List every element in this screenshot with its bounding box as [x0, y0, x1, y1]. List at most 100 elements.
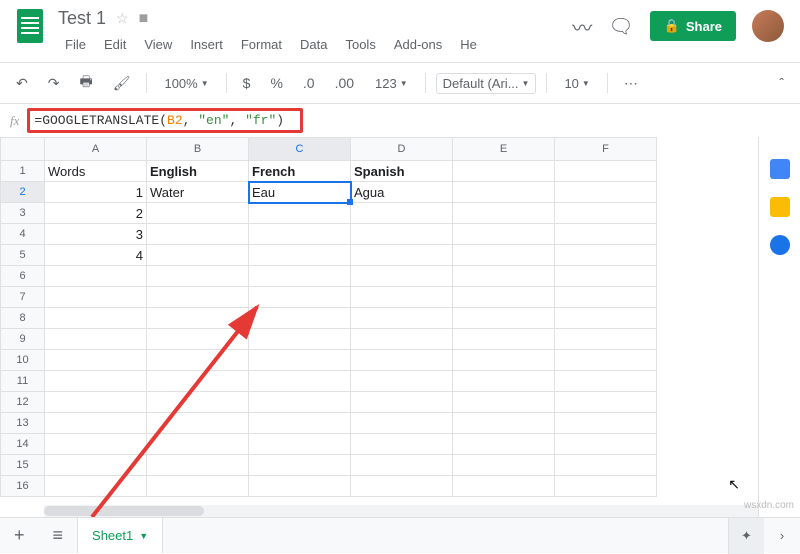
- col-header[interactable]: E: [453, 138, 555, 161]
- cell[interactable]: [351, 476, 453, 497]
- cell[interactable]: [147, 224, 249, 245]
- collapse-icon[interactable]: ˆ: [773, 71, 790, 95]
- tasks-icon[interactable]: [770, 235, 790, 255]
- cell[interactable]: [555, 434, 657, 455]
- cell[interactable]: French: [249, 161, 351, 182]
- cell[interactable]: [351, 329, 453, 350]
- cell[interactable]: 1: [45, 182, 147, 203]
- cell[interactable]: [453, 308, 555, 329]
- cell[interactable]: Agua: [351, 182, 453, 203]
- fontsize-dropdown[interactable]: 10▼: [557, 73, 596, 94]
- cell[interactable]: Water: [147, 182, 249, 203]
- cell[interactable]: [147, 203, 249, 224]
- cell[interactable]: Words: [45, 161, 147, 182]
- cell[interactable]: [147, 371, 249, 392]
- cell[interactable]: [555, 203, 657, 224]
- horizontal-scrollbar[interactable]: [44, 505, 758, 517]
- cell[interactable]: [45, 476, 147, 497]
- menu-edit[interactable]: Edit: [97, 33, 133, 56]
- cell[interactable]: [453, 182, 555, 203]
- cell[interactable]: [249, 266, 351, 287]
- row-header[interactable]: 13: [1, 413, 45, 434]
- cell[interactable]: [147, 455, 249, 476]
- cell[interactable]: [147, 266, 249, 287]
- cell[interactable]: [45, 455, 147, 476]
- currency-button[interactable]: $: [237, 71, 257, 95]
- cell[interactable]: [555, 413, 657, 434]
- cell[interactable]: [453, 329, 555, 350]
- cell[interactable]: [453, 371, 555, 392]
- cell[interactable]: [555, 371, 657, 392]
- row-header[interactable]: 11: [1, 371, 45, 392]
- cell[interactable]: [249, 308, 351, 329]
- dec-increase-button[interactable]: .00: [329, 71, 360, 95]
- cell[interactable]: [555, 476, 657, 497]
- cell[interactable]: [351, 371, 453, 392]
- cell[interactable]: [555, 224, 657, 245]
- cell[interactable]: [45, 287, 147, 308]
- menu-data[interactable]: Data: [293, 33, 334, 56]
- print-icon[interactable]: 🖶: [73, 67, 98, 99]
- cell[interactable]: [249, 203, 351, 224]
- cell[interactable]: [249, 224, 351, 245]
- cell[interactable]: [351, 308, 453, 329]
- star-icon[interactable]: ☆: [116, 10, 129, 27]
- keep-icon[interactable]: [770, 197, 790, 217]
- explore-button[interactable]: ✦: [728, 518, 764, 554]
- row-header[interactable]: 3: [1, 203, 45, 224]
- cell[interactable]: [555, 161, 657, 182]
- folder-icon[interactable]: ■: [139, 10, 149, 28]
- cell[interactable]: [453, 224, 555, 245]
- cell[interactable]: [555, 287, 657, 308]
- cell[interactable]: [351, 266, 453, 287]
- row-header[interactable]: 9: [1, 329, 45, 350]
- row-header[interactable]: 7: [1, 287, 45, 308]
- cell[interactable]: [249, 476, 351, 497]
- cell[interactable]: [351, 203, 453, 224]
- cell[interactable]: [555, 392, 657, 413]
- comments-icon[interactable]: 🗨: [608, 14, 633, 39]
- row-header[interactable]: 12: [1, 392, 45, 413]
- cell[interactable]: [147, 434, 249, 455]
- cell[interactable]: [147, 329, 249, 350]
- row-header[interactable]: 10: [1, 350, 45, 371]
- row-header[interactable]: 1: [1, 161, 45, 182]
- cell[interactable]: English: [147, 161, 249, 182]
- cell[interactable]: [555, 308, 657, 329]
- cell[interactable]: [453, 413, 555, 434]
- cell[interactable]: [147, 287, 249, 308]
- menu-file[interactable]: File: [58, 33, 93, 56]
- cell[interactable]: [249, 371, 351, 392]
- cell[interactable]: [351, 455, 453, 476]
- add-sheet-button[interactable]: +: [0, 525, 39, 546]
- cell[interactable]: [249, 350, 351, 371]
- cell[interactable]: [45, 350, 147, 371]
- cell[interactable]: [555, 182, 657, 203]
- cell[interactable]: [147, 245, 249, 266]
- col-header[interactable]: C: [249, 138, 351, 161]
- col-header[interactable]: B: [147, 138, 249, 161]
- cell[interactable]: [453, 392, 555, 413]
- row-header[interactable]: 16: [1, 476, 45, 497]
- share-button[interactable]: 🔒 Share: [650, 11, 736, 41]
- row-header[interactable]: 15: [1, 455, 45, 476]
- cell-selected[interactable]: Eau: [249, 182, 351, 203]
- menu-format[interactable]: Format: [234, 33, 289, 56]
- cell[interactable]: [351, 413, 453, 434]
- cell[interactable]: [249, 413, 351, 434]
- redo-icon[interactable]: ↷: [42, 71, 66, 96]
- spreadsheet-grid[interactable]: A B C D E F 1WordsEnglishFrenchSpanish 2…: [0, 137, 758, 517]
- cell[interactable]: [45, 308, 147, 329]
- cell[interactable]: [453, 161, 555, 182]
- menu-view[interactable]: View: [137, 33, 179, 56]
- dec-decrease-button[interactable]: .0: [297, 71, 321, 95]
- cell[interactable]: [351, 245, 453, 266]
- row-header[interactable]: 4: [1, 224, 45, 245]
- undo-icon[interactable]: ↶: [10, 71, 34, 96]
- col-header[interactable]: D: [351, 138, 453, 161]
- cell[interactable]: 2: [45, 203, 147, 224]
- cell[interactable]: [453, 287, 555, 308]
- cell[interactable]: [249, 245, 351, 266]
- cell[interactable]: [453, 350, 555, 371]
- cell[interactable]: [45, 371, 147, 392]
